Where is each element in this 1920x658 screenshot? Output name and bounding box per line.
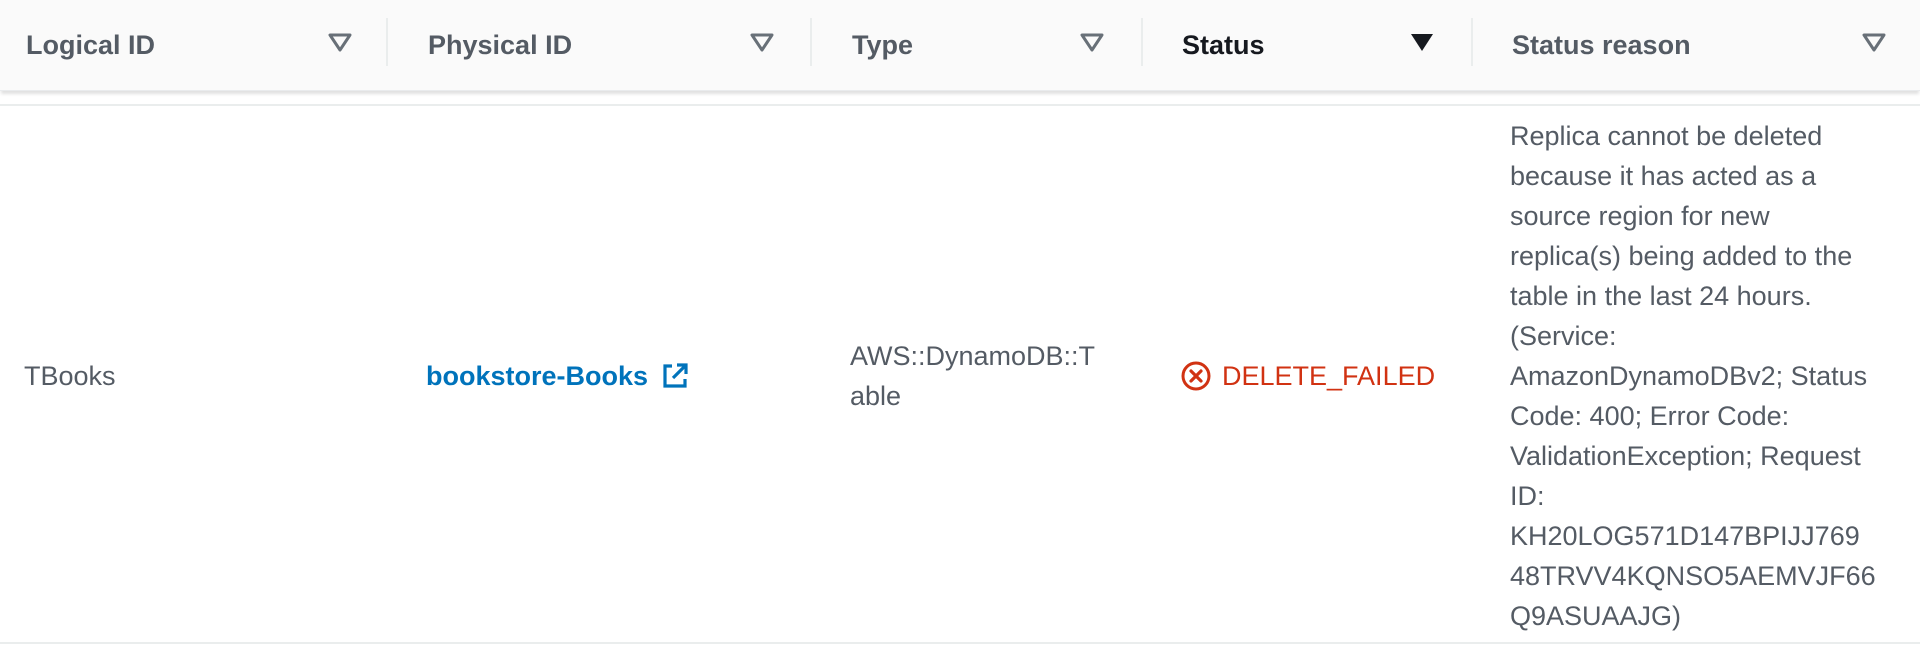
sort-triangle-icon[interactable]: [1078, 30, 1106, 54]
status-reason-line: ID:: [1510, 481, 1545, 511]
type-cell: AWS::DynamoDB::T able: [850, 336, 1095, 416]
external-link-icon: [663, 363, 688, 388]
column-divider[interactable]: [810, 18, 812, 66]
column-header-label: Physical ID: [428, 29, 573, 60]
column-header-physical-id[interactable]: Physical ID: [428, 0, 572, 90]
column-header-type[interactable]: Type: [852, 0, 913, 90]
row-divider: [0, 642, 1920, 644]
status-reason-line: table in the last 24 hours.: [1510, 281, 1812, 311]
sort-triangle-icon[interactable]: [748, 30, 776, 54]
column-header-status-reason[interactable]: Status reason: [1512, 0, 1691, 90]
column-header-label: Status: [1182, 29, 1265, 60]
status-reason-line: KH20LOG571D147BPIJJ769: [1510, 521, 1860, 551]
physical-id-cell: bookstore-Books: [426, 356, 690, 396]
physical-id-link[interactable]: bookstore-Books: [426, 356, 690, 396]
status-reason-line: (Service:: [1510, 321, 1617, 351]
status-reason-line: because it has acted as a: [1510, 161, 1817, 191]
sort-descending-icon[interactable]: [1408, 30, 1436, 54]
row-divider: [0, 104, 1920, 106]
type-value-line: AWS::DynamoDB::T: [850, 341, 1096, 371]
type-value-line: able: [850, 381, 902, 411]
error-circle-icon: [1181, 361, 1211, 391]
column-header-logical-id[interactable]: Logical ID: [26, 0, 155, 90]
status-reason-line: Replica cannot be deleted: [1510, 121, 1823, 151]
status-value: DELETE_FAILED: [1222, 361, 1436, 391]
table-header-row: Logical ID Physical ID Type Status Statu…: [0, 0, 1920, 91]
column-divider[interactable]: [1471, 18, 1473, 66]
status-reason-line: 48TRVV4KQNSO5AEMVJF66: [1510, 561, 1876, 591]
status-cell: DELETE_FAILED: [1180, 356, 1435, 403]
status-reason-line: Q9ASUAAJG): [1510, 601, 1682, 631]
status-reason-line: AmazonDynamoDBv2; Status: [1510, 361, 1868, 391]
column-divider[interactable]: [1141, 18, 1143, 66]
column-header-label: Type: [852, 29, 914, 60]
logical-id-cell: TBooks: [24, 356, 116, 396]
resources-table: Logical ID Physical ID Type Status Statu…: [0, 0, 1920, 658]
column-divider[interactable]: [386, 18, 388, 66]
status-reason-line: Code: 400; Error Code:: [1510, 401, 1790, 431]
column-header-label: Logical ID: [26, 29, 156, 60]
status-reason-line: ValidationException; Request: [1510, 441, 1861, 471]
status-reason-line: replica(s) being added to the: [1510, 241, 1853, 271]
status-reason-line: source region for new: [1510, 201, 1770, 231]
status-indicator: DELETE_FAILED: [1180, 356, 1435, 396]
status-reason-cell: Replica cannot be deleted because it has…: [1510, 116, 1876, 636]
sort-triangle-icon[interactable]: [326, 30, 354, 54]
physical-id-link-label: bookstore-Books: [426, 361, 649, 391]
logical-id-value: TBooks: [24, 361, 116, 391]
sort-triangle-icon[interactable]: [1860, 30, 1888, 54]
column-header-status[interactable]: Status: [1182, 0, 1265, 90]
column-header-label: Status reason: [1512, 29, 1691, 60]
